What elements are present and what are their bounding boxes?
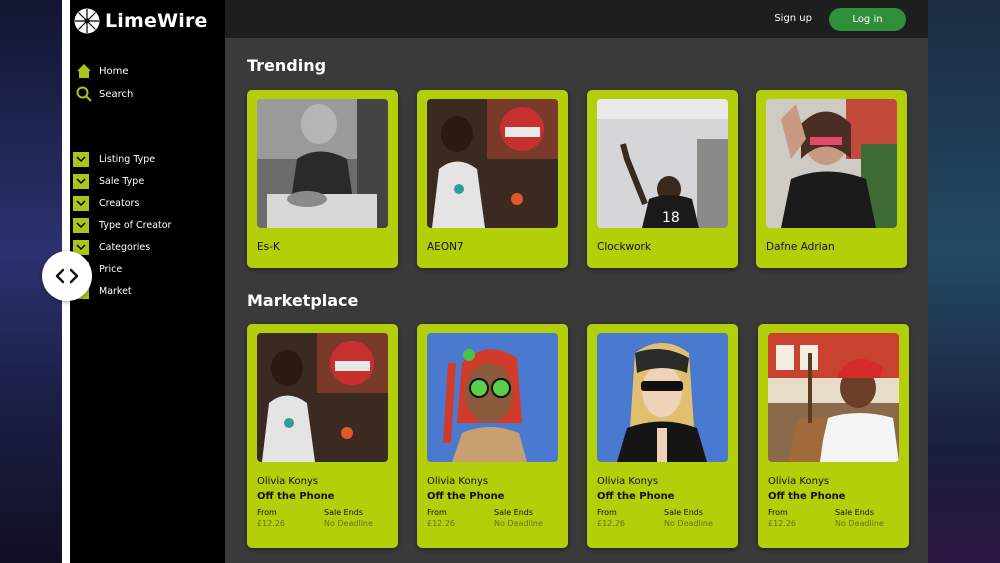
filter-label: Sale Type	[99, 176, 145, 187]
filter-label: Creators	[99, 198, 140, 209]
svg-text:18: 18	[662, 210, 680, 226]
artist-image: 18	[597, 99, 728, 228]
search-icon	[75, 85, 93, 103]
filter-label: Listing Type	[99, 154, 156, 165]
filter-creators[interactable]: Creators	[73, 196, 139, 211]
sidebar: LimeWire Home Search Listing Type Sale T…	[70, 0, 225, 563]
artist-image	[766, 99, 897, 228]
nft-title: Off the Phone	[768, 491, 846, 502]
price-value: £12.26	[427, 519, 455, 528]
price-value: £12.26	[768, 519, 796, 528]
sale-ends-value: No Deadline	[664, 519, 713, 528]
filter-listing-type[interactable]: Listing Type	[73, 152, 155, 167]
nft-image	[427, 333, 558, 462]
sale-ends-label: Sale Ends	[664, 508, 704, 517]
limewire-logo-icon	[74, 8, 100, 34]
trending-card[interactable]: AEON7	[417, 90, 568, 268]
nft-image	[768, 333, 899, 462]
sale-ends-value: No Deadline	[324, 519, 373, 528]
from-label: From	[768, 508, 788, 517]
artist-name: Olivia Konys	[427, 476, 489, 487]
nav-home-label: Home	[99, 65, 129, 77]
nft-image	[257, 333, 388, 462]
sale-ends-label: Sale Ends	[494, 508, 534, 517]
artist-name: AEON7	[427, 241, 464, 253]
filter-label: Type of Creator	[99, 220, 172, 231]
sale-ends-value: No Deadline	[835, 519, 884, 528]
nft-title: Off the Phone	[597, 491, 675, 502]
marketplace-title: Marketplace	[247, 291, 359, 310]
artist-name: Olivia Konys	[257, 476, 319, 487]
price-value: £12.26	[257, 519, 285, 528]
top-bar: Sign up Log in	[225, 0, 928, 38]
artist-name: Clockwork	[597, 241, 651, 253]
trending-card[interactable]: Es-K	[247, 90, 398, 268]
price-value: £12.26	[597, 519, 625, 528]
chevron-left-right-icon	[55, 268, 79, 284]
artist-image	[427, 99, 558, 228]
nft-image	[597, 333, 728, 462]
home-icon	[75, 62, 93, 80]
login-button[interactable]: Log in	[829, 8, 906, 31]
marketplace-card[interactable]: Olivia Konys Off the Phone From Sale End…	[587, 324, 738, 548]
artist-name: Olivia Konys	[597, 476, 659, 487]
sale-ends-label: Sale Ends	[324, 508, 364, 517]
filter-label: Price	[99, 264, 123, 275]
marketplace-card[interactable]: Olivia Konys Off the Phone From Sale End…	[417, 324, 568, 548]
chevron-down-icon	[73, 196, 89, 211]
trending-card[interactable]: Dafne Adrian	[756, 90, 907, 268]
logo[interactable]: LimeWire	[74, 8, 208, 34]
from-label: From	[257, 508, 277, 517]
trending-title: Trending	[247, 56, 327, 75]
nft-title: Off the Phone	[427, 491, 505, 502]
sale-ends-label: Sale Ends	[835, 508, 875, 517]
nav-search[interactable]: Search	[75, 85, 133, 103]
app-name: LimeWire	[105, 10, 208, 32]
artist-image	[257, 99, 388, 228]
chevron-down-icon	[73, 218, 89, 233]
filter-label: Categories	[99, 242, 151, 253]
from-label: From	[597, 508, 617, 517]
artist-name: Dafne Adrian	[766, 241, 835, 253]
artist-name: Es-K	[257, 241, 280, 253]
filter-label: Market	[99, 286, 132, 297]
signup-link[interactable]: Sign up	[774, 13, 812, 24]
filter-type-of-creator[interactable]: Type of Creator	[73, 218, 171, 233]
marketplace-card[interactable]: Olivia Konys Off the Phone From Sale End…	[758, 324, 909, 548]
marketplace-card[interactable]: Olivia Konys Off the Phone From Sale End…	[247, 324, 398, 548]
nav-home[interactable]: Home	[75, 62, 129, 80]
sidebar-resize-handle[interactable]	[42, 251, 92, 301]
filter-categories[interactable]: Categories	[73, 240, 150, 255]
chevron-down-icon	[73, 174, 89, 189]
nft-title: Off the Phone	[257, 491, 335, 502]
app-window: LimeWire Home Search Listing Type Sale T…	[70, 0, 928, 563]
nav-search-label: Search	[99, 88, 134, 100]
from-label: From	[427, 508, 447, 517]
artist-name: Olivia Konys	[768, 476, 830, 487]
background-right	[925, 0, 1000, 563]
filter-sale-type[interactable]: Sale Type	[73, 174, 144, 189]
sale-ends-value: No Deadline	[494, 519, 543, 528]
trending-card[interactable]: 18 Clockwork	[587, 90, 738, 268]
chevron-down-icon	[73, 152, 89, 167]
